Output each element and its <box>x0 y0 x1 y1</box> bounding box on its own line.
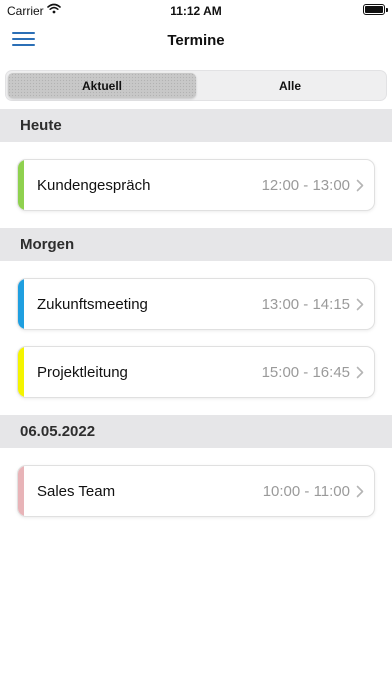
section-body-date: Sales Team 10:00 - 11:00 <box>0 448 392 534</box>
event-time: 13:00 - 14:15 <box>261 295 350 313</box>
battery-icon <box>363 4 388 15</box>
event-color-bar <box>18 279 24 329</box>
event-time: 12:00 - 13:00 <box>261 176 350 194</box>
status-time: 11:12 AM <box>170 4 222 18</box>
event-time: 10:00 - 11:00 <box>262 482 350 500</box>
event-card[interactable]: Zukunftsmeeting 13:00 - 14:15 <box>17 278 375 330</box>
chevron-right-icon <box>356 485 364 497</box>
navigation-bar: Termine <box>0 22 392 58</box>
tab-alle[interactable]: Alle <box>196 73 384 98</box>
event-color-bar <box>18 466 24 516</box>
hamburger-menu-icon[interactable] <box>12 32 35 50</box>
event-title: Projektleitung <box>37 363 128 381</box>
section-header-heute: Heute <box>0 109 392 142</box>
section-header-morgen: Morgen <box>0 228 392 261</box>
chevron-right-icon <box>356 366 364 378</box>
tab-aktuell[interactable]: Aktuell <box>8 73 196 98</box>
status-bar: Carrier 11:12 AM <box>0 0 392 22</box>
event-title: Zukunftsmeeting <box>37 295 148 313</box>
page-title: Termine <box>167 32 225 49</box>
event-color-bar <box>18 347 24 397</box>
event-title: Sales Team <box>37 482 116 500</box>
segmented-control-container: Aktuell Alle <box>0 58 392 109</box>
section-body-morgen: Zukunftsmeeting 13:00 - 14:15 Projektlei… <box>0 261 392 415</box>
event-card[interactable]: Kundengespräch 12:00 - 13:00 <box>17 159 375 211</box>
event-time: 15:00 - 16:45 <box>261 363 350 381</box>
event-card[interactable]: Projektleitung 15:00 - 16:45 <box>17 346 375 398</box>
section-body-heute: Kundengespräch 12:00 - 13:00 <box>0 142 392 228</box>
segmented-control: Aktuell Alle <box>5 70 387 101</box>
chevron-right-icon <box>356 298 364 310</box>
event-card[interactable]: Sales Team 10:00 - 11:00 <box>17 465 375 517</box>
appointment-list: Heute Kundengespräch 12:00 - 13:00 Morge… <box>0 109 392 534</box>
section-header-date: 06.05.2022 <box>0 415 392 448</box>
event-color-bar <box>18 160 24 210</box>
chevron-right-icon <box>356 179 364 191</box>
event-title: Kundengespräch <box>37 176 151 194</box>
